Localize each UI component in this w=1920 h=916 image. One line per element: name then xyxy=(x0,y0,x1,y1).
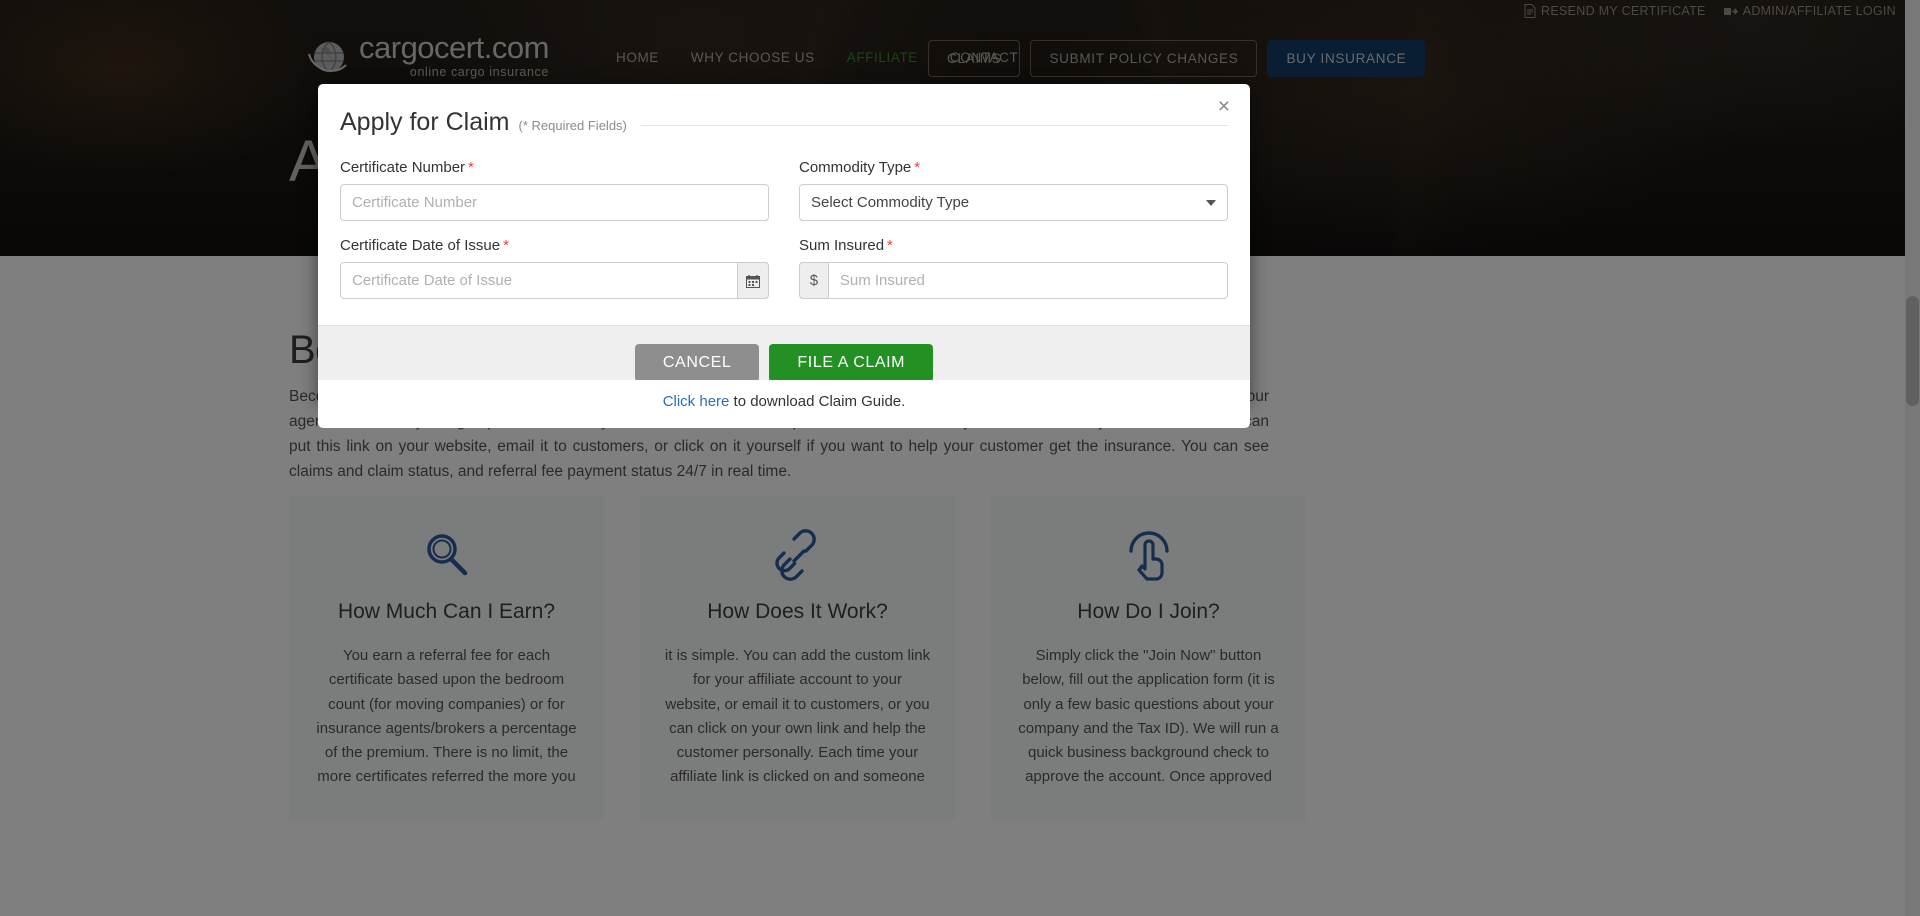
sum-insured-label-text: Sum Insured xyxy=(799,237,885,254)
required-marker: * xyxy=(914,159,921,176)
sum-insured-field-group: Sum Insured * $ xyxy=(799,237,1228,299)
certificate-date-label-text: Certificate Date of Issue xyxy=(340,237,501,254)
commodity-type-select-wrapper: Select Commodity Type xyxy=(799,184,1228,221)
certificate-date-input-group xyxy=(340,262,769,299)
required-marker: * xyxy=(503,237,509,254)
calendar-icon[interactable] xyxy=(738,262,769,299)
sum-insured-input-group: $ xyxy=(799,262,1228,299)
certificate-date-field-group: Certificate Date of Issue * xyxy=(340,237,769,299)
claim-form: Certificate Number* Commodity Type* Sele… xyxy=(340,159,1228,299)
required-fields-note: (* Required Fields) xyxy=(518,118,627,133)
header-divider xyxy=(640,125,1228,126)
required-marker: * xyxy=(887,237,893,254)
commodity-type-field-group: Commodity Type * Select Commodity Type xyxy=(799,159,1228,221)
file-a-claim-button[interactable]: FILE A CLAIM xyxy=(769,344,934,382)
commodity-type-label-text: Commodity Type xyxy=(799,159,912,176)
certificate-number-field-group: Certificate Number * xyxy=(340,159,769,221)
certificate-date-input[interactable] xyxy=(340,262,739,299)
cancel-button[interactable]: CANCEL xyxy=(634,344,760,382)
certificate-number-label-text: Certificate Number xyxy=(340,159,466,176)
claim-guide-text: to download Claim Guide. xyxy=(729,393,906,410)
commodity-type-label: Commodity Type * xyxy=(799,159,1228,176)
certificate-date-label: Certificate Date of Issue * xyxy=(340,237,769,254)
sum-insured-label: Sum Insured * xyxy=(799,237,1228,254)
dollar-sign-icon: $ xyxy=(799,262,828,299)
close-icon[interactable]: × xyxy=(1212,92,1236,121)
certificate-number-input[interactable] xyxy=(340,184,769,221)
apply-for-claim-modal: × Apply for Claim (* Required Fields) Ce… xyxy=(318,84,1250,400)
modal-body: Certificate Number* Commodity Type* Sele… xyxy=(318,137,1250,325)
required-marker: * xyxy=(468,159,474,176)
sum-insured-input[interactable] xyxy=(827,262,1228,299)
claim-guide-link[interactable]: Click here xyxy=(663,393,730,410)
modal-title: Apply for Claim xyxy=(340,108,510,136)
modal-header: Apply for Claim (* Required Fields) xyxy=(318,84,1250,137)
commodity-type-select[interactable]: Select Commodity Type xyxy=(799,184,1228,221)
claim-guide-row: Click here to download Claim Guide. xyxy=(318,380,1250,428)
certificate-number-label: Certificate Number * xyxy=(340,159,769,176)
